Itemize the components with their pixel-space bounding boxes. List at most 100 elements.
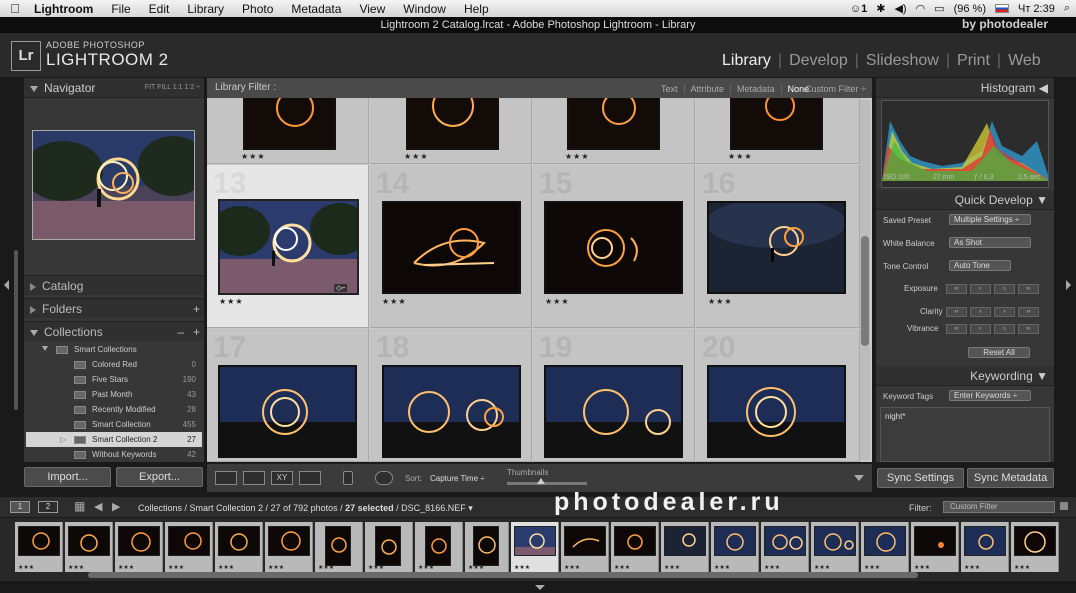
tree-item-five-stars[interactable]: Five Stars 190 (26, 372, 202, 387)
tree-item-smart-collection-2[interactable]: ▷ Smart Collection 2 27 (26, 432, 202, 447)
thumbnail-size-knob[interactable] (537, 478, 545, 484)
loupe-view-icon[interactable] (243, 471, 265, 485)
grid-view-icon[interactable] (215, 471, 237, 485)
menu-photo[interactable]: Photo (233, 2, 282, 16)
export-button[interactable]: Export... (116, 467, 203, 487)
collections-section[interactable]: Collections – + (24, 321, 204, 341)
filmstrip-thumb[interactable]: ★★★ (115, 522, 163, 572)
collapse-triangle-icon[interactable] (30, 329, 38, 336)
grid-thumbnail[interactable] (567, 98, 660, 150)
star-rating[interactable]: ★★★ (728, 152, 753, 161)
exposure-increase[interactable]: › (994, 284, 1015, 294)
module-slideshow[interactable]: Slideshow (866, 52, 939, 70)
apple-menu-icon[interactable]:  (0, 1, 30, 16)
tree-item-colored-red[interactable]: Colored Red 0 (26, 357, 202, 372)
filmstrip-thumb[interactable]: ★★★ (811, 522, 859, 572)
menu-help[interactable]: Help (455, 2, 498, 16)
grid-thumbnail[interactable] (544, 201, 683, 294)
filter-attribute[interactable]: Attribute (685, 84, 732, 94)
custom-filter-select[interactable]: Custom Filter ÷ (805, 84, 866, 94)
forward-arrow-icon[interactable]: ▶ (112, 500, 120, 513)
left-panel-toggle-icon[interactable] (4, 280, 9, 290)
menu-view[interactable]: View (350, 2, 394, 16)
tree-item-smart-collection[interactable]: Smart Collection 455 (26, 417, 202, 432)
clarity-increase[interactable]: › (994, 307, 1015, 317)
auto-tone-button[interactable]: Auto Tone (949, 260, 1011, 271)
menu-app-lightroom[interactable]: Lightroom (30, 2, 102, 16)
add-folder-icon[interactable]: + (193, 299, 200, 319)
filmstrip-thumb[interactable]: ★★★ (415, 522, 463, 572)
star-rating[interactable]: ★★★ (545, 297, 570, 306)
sync-settings-button[interactable]: Sync Settings (877, 468, 964, 488)
star-rating[interactable]: ★★★ (382, 297, 407, 306)
tree-item-without-keywords[interactable]: Without Keywords 42 (26, 447, 202, 462)
filmstrip-thumb[interactable]: ★★★ (65, 522, 113, 572)
menu-library[interactable]: Library (178, 2, 233, 16)
filmstrip-thumb-selected[interactable]: ★★★ (511, 522, 559, 572)
tree-item-past-month[interactable]: Past Month 43 (26, 387, 202, 402)
saved-preset-select[interactable]: Multiple Settings ÷ (949, 214, 1031, 225)
filmstrip-thumb[interactable]: ★★★ (165, 522, 213, 572)
toolbar-menu-chevron-icon[interactable] (854, 475, 864, 481)
collapse-triangle-icon[interactable]: ▼ (1036, 193, 1048, 207)
vibrance-increase-large[interactable]: ›› (1018, 324, 1039, 334)
module-develop[interactable]: Develop (789, 52, 848, 70)
grid-cell-selected[interactable]: 13 ◇⌐ ★★★ (207, 165, 369, 328)
filter-metadata[interactable]: Metadata (731, 84, 782, 94)
grid-thumbnail[interactable] (544, 365, 683, 458)
grid-thumbnail[interactable] (382, 365, 521, 458)
bluetooth-icon[interactable]: ✱ (876, 2, 885, 15)
clarity-increase-large[interactable]: ›› (1018, 307, 1039, 317)
navigator-zoom-options[interactable]: FIT FILL 1:1 1:2 ÷ (145, 78, 200, 98)
filter-text[interactable]: Text (655, 84, 685, 94)
star-rating[interactable]: ★★★ (565, 152, 590, 161)
reset-all-button[interactable]: Reset All (968, 347, 1030, 358)
grid-cell[interactable]: 14 ★★★ (370, 165, 532, 328)
filmstrip-thumb[interactable]: ★★★ (861, 522, 909, 572)
grid-thumbnail[interactable] (707, 201, 846, 294)
thumbnail-size-slider[interactable] (507, 482, 587, 485)
keyword-tags-select[interactable]: Enter Keywords ÷ (949, 390, 1031, 401)
histogram-header[interactable]: Histogram ◀ (876, 78, 1054, 98)
grid-small-icon[interactable]: ▦ (74, 499, 85, 513)
exposure-decrease[interactable]: ‹ (970, 284, 991, 294)
star-rating[interactable]: ★★★ (404, 152, 429, 161)
menu-edit[interactable]: Edit (140, 2, 179, 16)
expand-triangle-icon[interactable] (30, 282, 36, 291)
grid-thumbnail[interactable] (730, 98, 823, 150)
compare-view-icon[interactable]: XY (271, 471, 293, 485)
star-rating[interactable]: ★★★ (241, 152, 266, 161)
filmstrip-thumb[interactable]: ★★★ (611, 522, 659, 572)
grid-thumbnail[interactable] (218, 199, 359, 295)
grid-cell[interactable]: 17 (207, 329, 369, 462)
grid-cell[interactable]: 15 ★★★ (533, 165, 695, 328)
grid-cell[interactable]: ★★★ (533, 98, 695, 164)
remove-collection-icon[interactable]: – (177, 322, 184, 342)
sync-metadata-button[interactable]: Sync Metadata (967, 468, 1054, 488)
import-button[interactable]: Import... (24, 467, 111, 487)
grid-thumbnail[interactable] (406, 98, 499, 150)
menu-file[interactable]: File (102, 2, 139, 16)
grid-cell[interactable]: ★★★ (696, 98, 860, 164)
sort-select[interactable]: Capture Time ÷ (430, 474, 485, 483)
grid-cell[interactable]: 18 (370, 329, 532, 462)
catalog-section[interactable]: Catalog (24, 275, 204, 295)
notification-icon[interactable]: ☺1 (850, 3, 867, 15)
collapse-triangle-icon[interactable] (30, 85, 38, 92)
white-balance-select[interactable]: As Shot (949, 237, 1031, 248)
filmstrip-thumb[interactable]: ★★★ (265, 522, 313, 572)
painter-icon[interactable] (343, 471, 353, 485)
vibrance-decrease[interactable]: ‹ (970, 324, 991, 334)
grid-cell[interactable]: 19 (533, 329, 695, 462)
battery-icon[interactable]: ▭ (934, 2, 944, 15)
filmstrip-thumb[interactable]: ★★★ (465, 522, 509, 572)
flag-icon[interactable] (994, 4, 1009, 13)
filmstrip-thumb[interactable]: ★★★ (761, 522, 809, 572)
folders-section[interactable]: Folders + (24, 298, 204, 318)
quick-develop-header[interactable]: Quick Develop ▼ (876, 190, 1054, 210)
filmstrip-thumb[interactable]: ★★★ (15, 522, 63, 572)
wifi-icon[interactable]: ◠ (916, 2, 926, 15)
filter-lock-icon[interactable] (1060, 502, 1068, 510)
bottom-panel-toggle-icon[interactable] (535, 585, 545, 590)
exposure-increase-large[interactable]: ›› (1018, 284, 1039, 294)
